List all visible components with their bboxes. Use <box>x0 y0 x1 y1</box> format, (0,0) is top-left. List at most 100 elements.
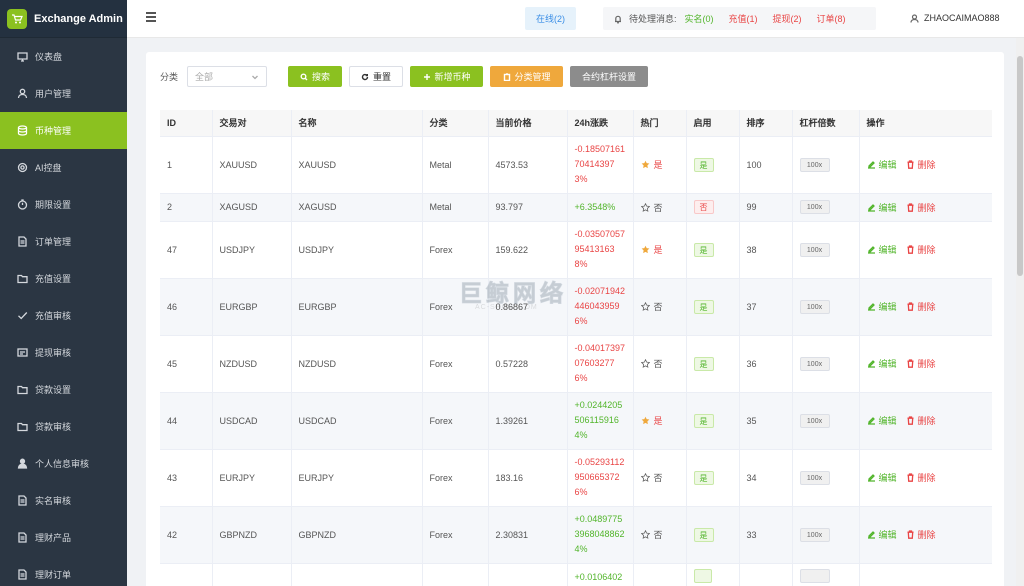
sidebar-item-label: 用户管理 <box>35 89 72 99</box>
sidebar-item-11[interactable]: 个人信息审核 <box>0 445 127 482</box>
pending-realname-link[interactable]: 实名(0) <box>685 12 714 25</box>
cell-sort: 100 <box>738 136 792 194</box>
change-value: -0.052931129506653726% <box>574 457 625 497</box>
add-currency-button[interactable]: 新增币种 <box>410 66 484 87</box>
cell-price: 2.30831 <box>487 506 567 564</box>
search-icon <box>300 73 308 80</box>
hot-label: 否 <box>653 202 663 213</box>
hot-toggle[interactable]: 否 <box>640 357 663 370</box>
menu-toggle-icon[interactable] <box>146 12 158 24</box>
delete-button[interactable]: 删除 <box>906 158 936 171</box>
edit-button[interactable]: 编辑 <box>867 357 897 370</box>
delete-button[interactable]: 删除 <box>906 243 936 256</box>
table-row: 46 EURGBP EURGBP Forex 0.86867 -0.02071942446… <box>160 278 992 336</box>
category-select[interactable]: 全部 <box>187 66 268 87</box>
username: ZHAOCAIMAO888 <box>924 13 1000 23</box>
hot-toggle[interactable]: 否 <box>640 471 663 484</box>
delete-button[interactable]: 删除 <box>906 471 936 484</box>
enabled-tag[interactable]: 是 <box>693 527 714 542</box>
pending-messages: 待处理消息: 实名(0) 充值(1) 提现(2) 订单(8) <box>603 7 876 30</box>
enabled-tag[interactable]: 否 <box>693 200 714 214</box>
check-icon <box>17 310 28 321</box>
edit-button[interactable]: 编辑 <box>867 471 897 484</box>
hot-label: 否 <box>653 359 663 369</box>
hot-toggle[interactable]: 否 <box>640 201 663 214</box>
cell-sort <box>738 563 792 586</box>
enabled-tag[interactable]: 是 <box>693 356 714 371</box>
sidebar-item-label: 订单管理 <box>35 237 72 247</box>
sidebar-item-1[interactable]: 用户管理 <box>0 75 127 112</box>
category-management-label: 分类管理 <box>514 72 551 82</box>
scroll-thumb[interactable] <box>1017 56 1023 276</box>
sidebar-item-6[interactable]: 充值设置 <box>0 260 127 297</box>
column-header: 当前价格 <box>487 110 567 137</box>
hot-toggle[interactable]: 是 <box>641 414 663 427</box>
pending-label: 待处理消息: <box>629 14 677 24</box>
cell-hot: 是 <box>632 221 686 279</box>
enabled-tag[interactable] <box>693 569 712 583</box>
category-management-button[interactable]: 分类管理 <box>490 66 564 87</box>
table-row: 43 EURJPY EURJPY Forex 183.16 -0.052931129506… <box>160 449 992 507</box>
sidebar-item-10[interactable]: 贷款审核 <box>0 408 127 445</box>
sidebar-item-14[interactable]: 理财订单 <box>0 556 127 586</box>
edit-label: 编辑 <box>878 160 897 170</box>
sidebar-item-0[interactable]: 仪表盘 <box>0 38 127 75</box>
sidebar-item-3[interactable]: AI控盘 <box>0 149 127 186</box>
sidebar-item-5[interactable]: 订单管理 <box>0 223 127 260</box>
online-users-button[interactable]: 在线(2) <box>525 7 576 30</box>
edit-icon <box>867 161 875 169</box>
sidebar-item-8[interactable]: 提现审核 <box>0 334 127 371</box>
delete-button[interactable]: 删除 <box>906 300 936 313</box>
hot-toggle[interactable]: 是 <box>641 243 663 256</box>
delete-button[interactable]: 删除 <box>906 414 936 427</box>
enabled-tag[interactable]: 是 <box>693 299 714 314</box>
pending-recharge-link[interactable]: 充值(1) <box>729 12 758 25</box>
delete-button[interactable]: 删除 <box>906 201 936 214</box>
column-header: 热门 <box>632 110 686 137</box>
edit-button[interactable]: 编辑 <box>867 243 897 256</box>
edit-button[interactable]: 编辑 <box>867 414 897 427</box>
document-icon <box>17 495 28 506</box>
edit-button[interactable]: 编辑 <box>867 158 897 171</box>
edit-icon <box>867 203 875 212</box>
user-menu[interactable]: ZHAOCAIMAO888 <box>910 13 1000 23</box>
sidebar-item-2[interactable]: 币种管理 <box>0 112 127 149</box>
sidebar-item-4[interactable]: 期限设置 <box>0 186 127 223</box>
pending-withdraw-link[interactable]: 提现(2) <box>773 12 802 25</box>
search-button[interactable]: 搜索 <box>288 66 343 87</box>
sidebar-item-12[interactable]: 实名审核 <box>0 482 127 519</box>
edit-button[interactable]: 编辑 <box>867 300 897 313</box>
currency-table: ID 交易对 名称 分类 当前价格 24h涨跌 热门 启用 排序 杠杆倍数 操作 1 XAUUSD XA… <box>160 110 992 586</box>
sidebar-item-label: 提现审核 <box>35 348 72 358</box>
sidebar-item-13[interactable]: 理财产品 <box>0 519 127 556</box>
sidebar-item-7[interactable]: 充值审核 <box>0 297 127 334</box>
cell-leverage: 100x <box>791 392 859 450</box>
enabled-tag[interactable]: 是 <box>693 157 714 172</box>
edit-button[interactable]: 编辑 <box>867 528 897 541</box>
page-scrollbar[interactable] <box>1016 38 1024 586</box>
cell-id <box>160 563 212 586</box>
enabled-tag[interactable]: 是 <box>693 242 714 257</box>
hot-toggle[interactable]: 是 <box>641 158 663 171</box>
change-value: +6.3548% <box>574 201 616 212</box>
refresh-icon <box>361 73 369 80</box>
edit-button[interactable]: 编辑 <box>867 201 897 214</box>
cell-enabled: 否 <box>685 193 739 222</box>
cell-name: EURGBP <box>290 278 422 336</box>
delete-button[interactable]: 删除 <box>906 357 936 370</box>
brand: Exchange Admin <box>0 0 127 38</box>
cell-actions: 编辑 删除 <box>858 221 992 279</box>
hot-toggle[interactable]: 否 <box>640 528 663 541</box>
trash-icon <box>907 416 914 425</box>
enabled-tag[interactable]: 是 <box>693 413 714 428</box>
hot-toggle[interactable]: 否 <box>640 300 663 313</box>
cell-pair: NZDUSD <box>211 335 291 393</box>
pending-orders-link[interactable]: 订单(8) <box>817 12 846 25</box>
reset-button[interactable]: 重置 <box>349 66 404 87</box>
sidebar-item-9[interactable]: 贷款设置 <box>0 371 127 408</box>
hot-label: 是 <box>653 160 663 170</box>
delete-button[interactable]: 删除 <box>906 528 936 541</box>
cell-pair <box>211 563 291 586</box>
enabled-tag[interactable]: 是 <box>693 470 714 485</box>
leverage-settings-button[interactable]: 合约杠杆设置 <box>570 66 649 87</box>
